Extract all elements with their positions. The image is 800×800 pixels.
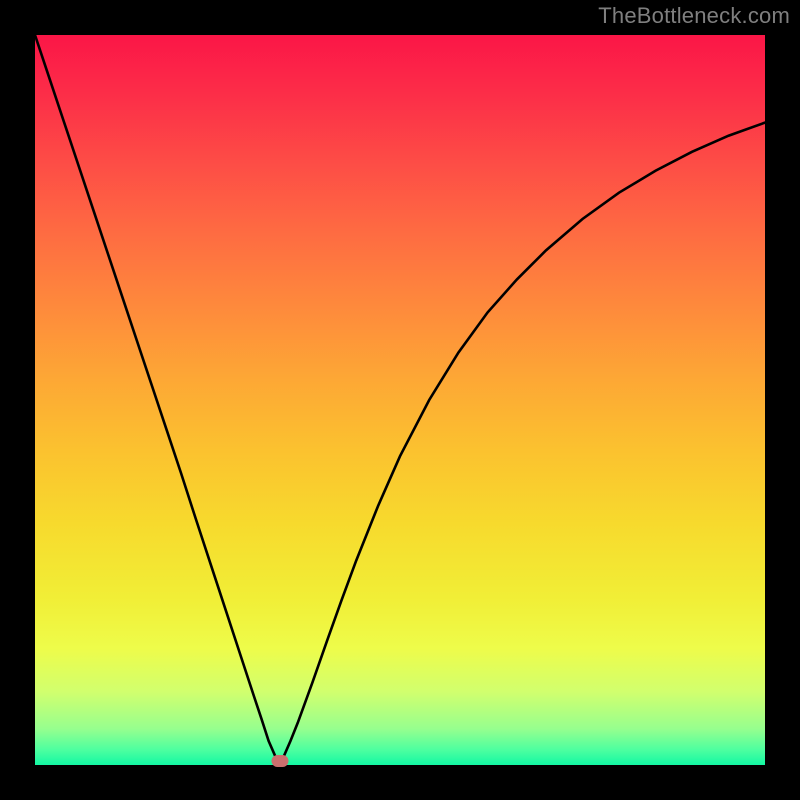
plot-area: [35, 35, 765, 765]
minimum-marker: [271, 755, 288, 767]
watermark-text: TheBottleneck.com: [598, 3, 790, 29]
bottleneck-curve: [35, 35, 765, 765]
chart-frame: TheBottleneck.com: [0, 0, 800, 800]
